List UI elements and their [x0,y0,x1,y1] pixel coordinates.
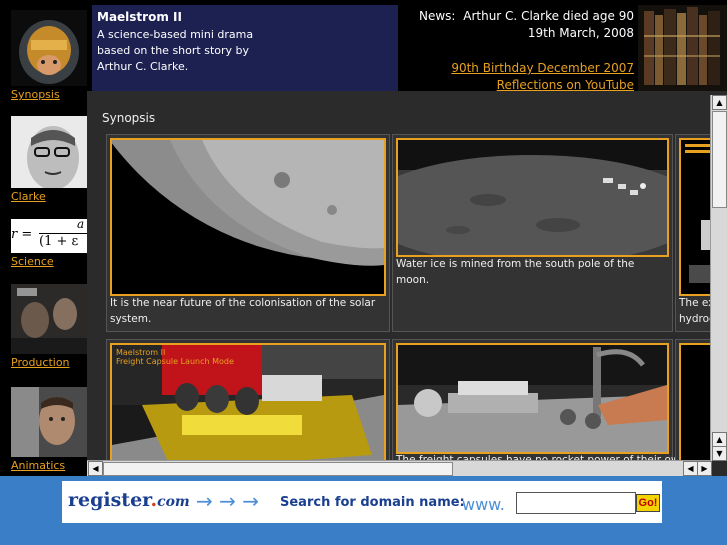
books-image [638,5,727,91]
scroll-right-button[interactable]: ▶ [697,461,712,476]
synopsis-thumbnail[interactable] [11,10,87,86]
synopsis-panel-3: The ext hydroge [675,134,711,332]
science-formula-image[interactable]: r = a (1 + ε [11,219,87,253]
nav-link-science[interactable]: Science [11,255,87,268]
synopsis-panel-4: Maelstrom II Freight Capsule Launch Mode [106,339,390,461]
site-title: Maelstrom II [97,10,182,24]
www-prefix: www. [462,495,505,514]
clarke-thumbnail[interactable] [11,116,87,188]
formula-denominator: (1 + ε [39,234,79,249]
formula-lhs: r = [11,227,33,242]
nav-link-synopsis[interactable]: Synopsis [11,88,87,101]
youtube-link[interactable]: Reflections on YouTube [497,78,634,92]
horizontal-scroll-thumb[interactable] [103,462,453,476]
production-thumbnail[interactable] [11,284,87,354]
panel-image-6[interactable] [679,343,711,461]
section-title: Synopsis [102,111,156,125]
left-navigation: Synopsis Clarke r = a (1 + ε Science Pro… [0,0,87,476]
synopsis-panel-2: Water ice is mined from the south pole o… [392,134,673,332]
animatics-thumbnail[interactable] [11,387,87,457]
scroll-left-button-right[interactable]: ◀ [683,461,698,476]
scroll-down-button[interactable]: ▼ [712,446,727,461]
arrow-icons: → → → [196,489,259,513]
register-logo[interactable]: register.com [68,489,190,511]
nav-link-clarke[interactable]: Clarke [11,190,87,203]
panel-caption: It is the near future of the colonisatio… [110,297,376,325]
birthday-link[interactable]: 90th Birthday December 2007 [451,61,634,75]
scroll-up-button[interactable]: ▲ [712,95,727,110]
vertical-scrollbar[interactable]: ▲ ▲ ▼ [710,95,727,461]
logo-com-text: com [157,494,190,510]
scroll-left-button[interactable]: ◀ [88,461,103,476]
nav-item-clarke[interactable]: Clarke [11,116,87,203]
domain-search-label: Search for domain name: [280,495,465,510]
nav-link-animatics[interactable]: Animatics [11,459,87,472]
bottom-ad-area: register.com → → → Search for domain nam… [0,476,727,545]
news-label: News: [419,9,456,23]
nav-item-production[interactable]: Production [11,284,87,369]
content-viewport: Synopsis It is the near future of the co… [87,91,711,461]
panel-image-freight-capsules[interactable] [396,343,669,454]
nav-item-synopsis[interactable]: Synopsis [11,10,87,101]
panel-caption: Water ice is mined from the south pole o… [396,258,635,286]
panel-caption: The ext hydroge [679,297,711,325]
content-frame: Synopsis It is the near future of the co… [87,91,727,476]
nav-item-animatics[interactable]: Animatics [11,387,87,472]
logo-main-text: register [68,489,151,511]
go-button[interactable]: Go! [636,494,660,512]
nav-link-production[interactable]: Production [11,356,87,369]
panel-image-moon[interactable] [110,138,386,296]
synopsis-panel-1: It is the near future of the colonisatio… [106,134,390,332]
vertical-scroll-thumb[interactable] [712,111,727,208]
page-header: Maelstrom II A science-based mini drama … [87,0,727,92]
register-ad-banner[interactable]: register.com → → → Search for domain nam… [62,481,662,523]
news-date: 19th March, 2008 [527,26,634,40]
synopsis-panel-5: The freight capsules have no rocket powe… [392,339,686,461]
nav-item-science[interactable]: r = a (1 + ε Science [11,219,87,268]
scroll-up-button-lower[interactable]: ▲ [712,432,727,447]
title-block: Maelstrom II A science-based mini drama … [92,5,398,91]
news-headline: Arthur C. Clarke died age 90 [463,9,634,23]
image-overlay-title: Maelstrom II [116,348,166,357]
panel-image-launch-mode[interactable]: Maelstrom II Freight Capsule Launch Mode [110,343,386,461]
horizontal-scrollbar[interactable]: ◀ ◀ ▶ [87,460,712,476]
panel-image-ice-mining[interactable] [396,138,669,257]
synopsis-panel-6 [675,339,711,461]
site-description: A science-based mini drama based on the … [97,28,254,73]
image-overlay-subtitle: Freight Capsule Launch Mode [116,357,234,366]
news-block: News: Arthur C. Clarke died age 90 19th … [398,5,638,92]
formula-numerator: a [77,219,85,231]
panel-image-3[interactable] [679,138,711,296]
domain-search-input[interactable] [516,492,636,514]
